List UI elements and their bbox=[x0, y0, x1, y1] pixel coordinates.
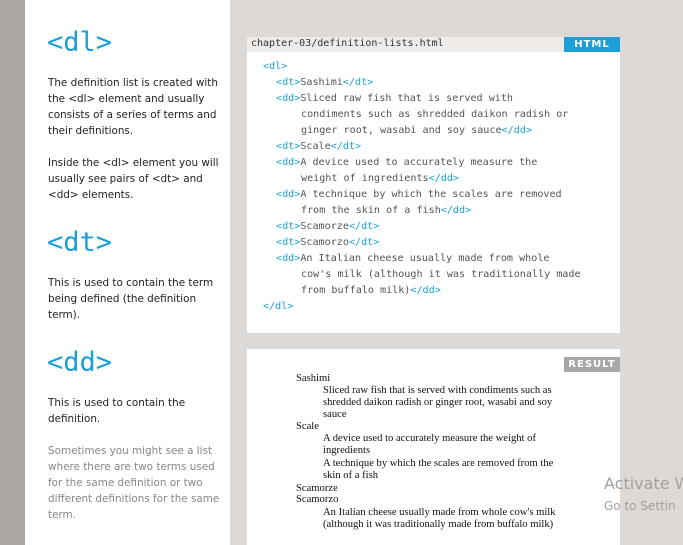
code-line: from buffalo milk)</dd> bbox=[301, 285, 441, 296]
code-line: <dd>An Italian cheese usually made from … bbox=[276, 253, 550, 264]
code-line: <dt>Scamorzo</dt> bbox=[276, 237, 380, 248]
code-line: weight of ingredients</dd> bbox=[301, 173, 460, 184]
code-line: ginger root, wasabi and soy sauce</dd> bbox=[301, 125, 532, 136]
left-sidebar-strip bbox=[0, 0, 25, 545]
activate-windows-watermark: Activate W bbox=[604, 474, 683, 493]
dl-description: The definition list is created with the … bbox=[48, 77, 218, 137]
result-term: Scamorzo bbox=[296, 494, 339, 505]
code-line: condiments such as shredded daikon radis… bbox=[301, 109, 569, 120]
dl-description-2: Inside the <dl> element you will usually… bbox=[48, 157, 219, 201]
code-line: cow's milk (although it was traditionall… bbox=[301, 269, 581, 280]
code-line: <dt>Sashimi</dt> bbox=[276, 77, 374, 88]
heading-dd: <dd> bbox=[47, 347, 113, 378]
code-line: from the skin of a fish</dd> bbox=[301, 205, 472, 216]
result-definition: skin of a fish bbox=[323, 470, 379, 481]
result-term: Scale bbox=[296, 421, 319, 432]
dd-note: Sometimes you might see a list where the… bbox=[48, 445, 220, 521]
html-tag-badge: HTML bbox=[564, 37, 620, 52]
dt-description: This is used to contain the term being d… bbox=[48, 277, 214, 321]
heading-dl: <dl> bbox=[47, 27, 113, 58]
code-line: <dd>A technique by which the scales are … bbox=[276, 189, 562, 200]
result-definition: ingredients bbox=[323, 445, 371, 456]
code-line: <dd>Sliced raw fish that is served with bbox=[276, 93, 514, 104]
code-line: <dd>A device used to accurately measure … bbox=[276, 157, 538, 168]
code-line: <dt>Scamorze</dt> bbox=[276, 221, 380, 232]
heading-dt: <dt> bbox=[47, 227, 113, 258]
result-definition: sauce bbox=[323, 409, 347, 420]
code-filename: chapter-03/definition-lists.html bbox=[251, 38, 444, 49]
result-definition: Sliced raw fish that is served with cond… bbox=[323, 385, 552, 396]
result-term: Sashimi bbox=[296, 373, 331, 384]
result-definition: A technique by which the scales are remo… bbox=[323, 458, 554, 469]
result-definition: An Italian cheese usually made from whol… bbox=[323, 507, 556, 518]
result-definition: A device used to accurately measure the … bbox=[323, 433, 536, 444]
code-line: <dt>Scale</dt> bbox=[276, 141, 362, 152]
code-header-bar: chapter-03/definition-lists.html HTML bbox=[247, 37, 620, 52]
code-example-box: chapter-03/definition-lists.html HTML <d… bbox=[247, 37, 620, 333]
result-box: RESULT Sashimi Sliced raw fish that is s… bbox=[247, 349, 620, 545]
code-line: <dl> bbox=[263, 61, 288, 72]
result-term: Scamorze bbox=[296, 483, 338, 494]
dd-description: This is used to contain the definition. bbox=[48, 397, 186, 425]
result-tag-badge: RESULT bbox=[564, 357, 620, 372]
result-definition: (although it was traditionally made from… bbox=[323, 519, 554, 530]
go-to-settings-watermark: Go to Settin bbox=[604, 499, 676, 513]
code-line: </dl> bbox=[263, 301, 294, 312]
result-definition: shredded daikon radish or ginger root, w… bbox=[323, 397, 553, 408]
